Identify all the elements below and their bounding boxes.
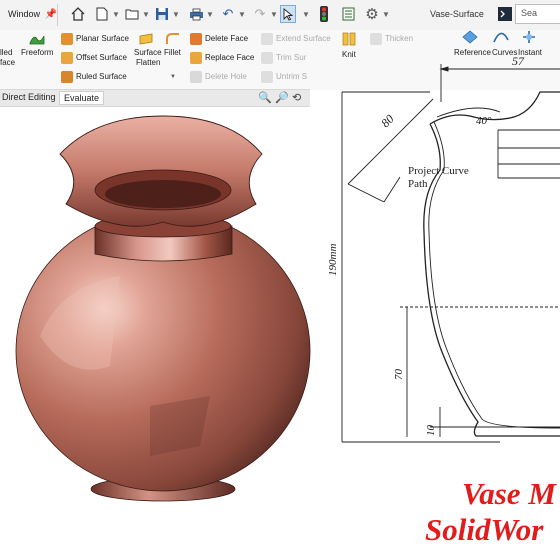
ruled-surface-button[interactable]: Ruled Surface bbox=[61, 71, 127, 83]
dim-top-label: 57 bbox=[512, 54, 525, 68]
knit-icon[interactable] bbox=[342, 32, 356, 46]
file-properties-icon[interactable] bbox=[340, 5, 356, 23]
chevron-down-icon[interactable]: ▼ bbox=[142, 5, 150, 23]
chevron-down-icon[interactable]: ▼ bbox=[382, 5, 390, 23]
note-path: Path bbox=[408, 178, 428, 190]
thicken-icon bbox=[370, 33, 382, 45]
fillet-icon[interactable] bbox=[166, 32, 180, 44]
curves-icon[interactable] bbox=[493, 30, 509, 44]
home-icon[interactable] bbox=[70, 5, 86, 23]
save-icon[interactable] bbox=[154, 5, 170, 23]
planar-surface-button[interactable]: Planar Surface bbox=[61, 33, 129, 45]
planar-surface-icon bbox=[61, 33, 73, 45]
surface-flatten-label-2[interactable]: Flatten bbox=[136, 58, 160, 67]
offset-surface-icon bbox=[61, 52, 73, 64]
tab-evaluate[interactable]: Evaluate bbox=[59, 91, 105, 105]
note-project-curve: Project Curve bbox=[408, 165, 469, 177]
ruled-surface-icon bbox=[61, 71, 73, 83]
replace-face-button[interactable]: Replace Face bbox=[190, 52, 254, 64]
surface-flatten-button[interactable]: Surface bbox=[134, 48, 162, 57]
reference-geometry-icon[interactable] bbox=[462, 30, 478, 44]
tab-direct-editing[interactable]: Direct Editing bbox=[2, 92, 56, 102]
fillet-button[interactable]: Fillet bbox=[164, 48, 181, 57]
dim-bottom-label: 10 bbox=[425, 425, 437, 437]
extend-surface-icon bbox=[261, 33, 273, 45]
freeform-button[interactable]: Freeform bbox=[21, 48, 53, 57]
gear-icon[interactable]: ⚙ bbox=[364, 5, 380, 23]
offset-surface-button[interactable]: Offset Surface bbox=[61, 52, 127, 64]
delete-face-button[interactable]: Delete Face bbox=[190, 33, 248, 45]
filled-surface-label[interactable]: lled bbox=[0, 48, 12, 57]
dim-angle-label: 40° bbox=[476, 115, 492, 127]
chevron-down-icon[interactable]: ▼ bbox=[302, 5, 310, 23]
command-prompt-icon[interactable] bbox=[497, 5, 513, 23]
dim-slant-label: 80 bbox=[378, 112, 396, 130]
freeform-icon[interactable] bbox=[29, 32, 45, 45]
extend-surface-button[interactable]: Extend Surface bbox=[261, 33, 331, 45]
surface-flatten-icon[interactable] bbox=[139, 32, 153, 45]
zoom-to-fit-icon[interactable]: 🔍 bbox=[258, 91, 272, 104]
print-icon[interactable] bbox=[188, 5, 204, 23]
window-title: Vase-Surface bbox=[430, 9, 484, 19]
video-title-line1: Vase M bbox=[462, 476, 556, 511]
menu-window[interactable]: Window bbox=[8, 9, 40, 19]
video-title-line2: SolidWor bbox=[425, 512, 544, 547]
arrow-head bbox=[439, 66, 449, 72]
search-placeholder: Sea bbox=[521, 8, 538, 18]
chevron-down-icon[interactable]: ▼ bbox=[172, 5, 180, 23]
replace-face-icon bbox=[190, 52, 202, 64]
chevron-down-icon[interactable]: ▼ bbox=[238, 5, 246, 23]
delete-hole-icon bbox=[190, 71, 202, 83]
delete-hole-button[interactable]: Delete Hole bbox=[190, 71, 247, 83]
extension-line bbox=[347, 183, 385, 203]
traffic-light-icon[interactable] bbox=[316, 5, 332, 23]
select-cursor-icon[interactable] bbox=[280, 5, 296, 23]
instant3d-icon[interactable] bbox=[521, 30, 537, 44]
delete-face-icon bbox=[190, 33, 202, 45]
undo-icon[interactable]: ↶ bbox=[220, 5, 236, 23]
filled-surface-label-2[interactable]: face bbox=[0, 58, 15, 67]
chevron-down-icon[interactable]: ▼ bbox=[206, 5, 214, 23]
new-document-icon[interactable] bbox=[94, 5, 110, 23]
untrim-surface-icon bbox=[261, 71, 273, 83]
dim-mid-label: 70 bbox=[393, 369, 405, 381]
redo-icon[interactable]: ↷ bbox=[252, 5, 268, 23]
zoom-area-icon[interactable]: 🔎 bbox=[275, 91, 289, 104]
dim-height-label: 190mm bbox=[327, 244, 339, 276]
title-bar: Window 📌 ▼ ▼ ▼ ▼ ↶ ▼ ↷ ▼ ▼ ⚙ ▼ Vase-Surf… bbox=[0, 0, 560, 31]
chevron-down-icon[interactable]: ▼ bbox=[170, 74, 176, 80]
vase-inner bbox=[105, 180, 221, 208]
vase-3d-model[interactable] bbox=[0, 106, 320, 560]
leader-line bbox=[383, 176, 401, 203]
chevron-down-icon[interactable]: ▼ bbox=[112, 5, 120, 23]
divider bbox=[57, 4, 58, 26]
thicken-button[interactable]: Thicken bbox=[370, 33, 413, 45]
vase-sketch-drawing: 57 80 40° 190mm 70 10 Project Curve Path bbox=[327, 54, 560, 443]
chevron-down-icon[interactable]: ▼ bbox=[270, 5, 278, 23]
trim-surface-icon bbox=[261, 52, 273, 64]
open-folder-icon[interactable] bbox=[124, 5, 140, 23]
profile-lip bbox=[429, 91, 560, 125]
search-input[interactable]: Sea bbox=[515, 4, 560, 24]
